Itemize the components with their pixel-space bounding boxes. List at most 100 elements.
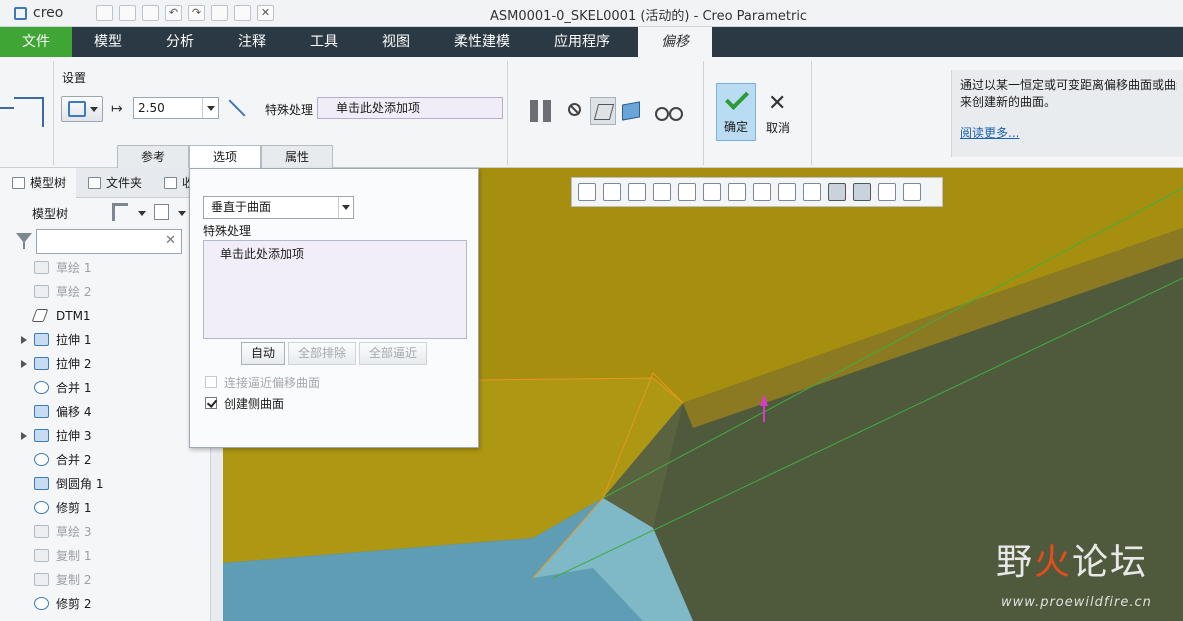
windows-icon[interactable] [234, 5, 251, 21]
tab-analysis[interactable]: 分析 [144, 27, 216, 57]
expand-arrow-icon[interactable] [21, 336, 27, 344]
saved-orientations-icon[interactable] [703, 183, 721, 201]
tree-item[interactable]: 草绘 3 [0, 520, 210, 544]
watermark-fire: 火 [1034, 542, 1073, 583]
ribbon-tabs: 文件 模型 分析 注释 工具 视图 柔性建模 应用程序 偏移 [0, 27, 1183, 57]
tree-item[interactable]: 偏移 4 [0, 400, 210, 424]
verify-icon[interactable] [622, 101, 640, 121]
offset-type-dropdown[interactable] [61, 96, 103, 122]
close-icon: ✕ [768, 91, 787, 116]
pause-icon[interactable] [530, 100, 552, 122]
flip-direction-icon[interactable] [224, 97, 246, 119]
tree-item[interactable]: 复制 2 [0, 568, 210, 592]
tab-model-tree[interactable]: 模型树 [0, 168, 77, 198]
read-more-link[interactable]: 阅读更多... [960, 125, 1177, 142]
datum-display-icon[interactable] [803, 183, 821, 201]
zoom-in-icon[interactable] [603, 183, 621, 201]
offset-distance-input[interactable]: 2.50 [133, 97, 219, 119]
chevron-down-icon[interactable] [138, 211, 146, 216]
offset-type-icon [68, 101, 86, 117]
tree-item[interactable]: 修剪 2 [0, 592, 210, 616]
tree-item[interactable]: 草绘 1 [0, 256, 210, 280]
open-icon[interactable] [119, 5, 136, 21]
redo-icon[interactable]: ↷ [188, 5, 205, 21]
direction-arrow-icon[interactable] [760, 394, 768, 422]
tab-model[interactable]: 模型 [72, 27, 144, 57]
undo-icon[interactable]: ↶ [165, 5, 182, 21]
ok-button[interactable]: 确定 [716, 83, 756, 141]
special-handling-collector[interactable]: 单击此处添加项 [317, 97, 503, 119]
spin-center-icon[interactable] [828, 183, 846, 201]
create-side-surface-checkbox[interactable] [205, 397, 217, 409]
ribbon-separator [53, 61, 54, 165]
chevron-down-icon[interactable] [338, 197, 353, 218]
save-icon[interactable] [142, 5, 159, 21]
tree-columns-icon[interactable] [154, 204, 169, 220]
tab-folder-browser[interactable]: 文件夹 [76, 168, 152, 198]
tree-item-label: 草绘 3 [56, 525, 92, 539]
zoom-out-icon[interactable] [628, 183, 646, 201]
new-icon[interactable] [96, 5, 113, 21]
section-icon[interactable] [778, 183, 796, 201]
watermark-char: 野 [996, 542, 1035, 583]
tab-offset[interactable]: 偏移 [638, 27, 712, 57]
tab-tools[interactable]: 工具 [288, 27, 360, 57]
special-handling-label: 特殊处理 [265, 103, 314, 117]
cancel-button[interactable]: ✕ 取消 [760, 83, 796, 141]
tab-flexible-modeling[interactable]: 柔性建模 [432, 27, 532, 57]
refit-icon[interactable] [578, 183, 596, 201]
tree-item-label: DTM1 [56, 309, 91, 323]
connect-approx-label: 连接逼近偏移曲面 [224, 376, 321, 390]
offset-method-value: 垂直于曲面 [211, 200, 272, 214]
subtab-properties[interactable]: 属性 [261, 145, 333, 168]
connect-approx-checkbox[interactable] [205, 376, 217, 388]
tree-item[interactable]: 修剪 1 [0, 496, 210, 520]
tree-search-input[interactable]: ✕ [36, 229, 182, 254]
offset-icon [34, 405, 49, 418]
tree-settings-icon[interactable] [112, 203, 128, 221]
expand-arrow-icon[interactable] [21, 360, 27, 368]
exclude-all-button[interactable]: 全部排除 [288, 342, 356, 365]
tree-item[interactable]: 合并 2 [0, 448, 210, 472]
offset-method-select[interactable]: 垂直于曲面 [203, 196, 354, 219]
tree-item[interactable]: 拉伸 3 [0, 424, 210, 448]
tree-item[interactable]: 拉伸 1 [0, 328, 210, 352]
repaint-icon[interactable] [653, 183, 671, 201]
options-panel: 垂直于曲面 特殊处理 单击此处添加项 自动 全部排除 全部逼近 连接逼近偏移曲面… [189, 168, 479, 448]
chevron-down-icon[interactable] [202, 98, 218, 118]
perspective-icon[interactable] [753, 183, 771, 201]
special-handling-list[interactable]: 单击此处添加项 [203, 240, 467, 339]
tree-item[interactable]: 草绘 2 [0, 280, 210, 304]
tab-applications[interactable]: 应用程序 [532, 27, 632, 57]
axis-display-icon[interactable] [878, 183, 896, 201]
tree-item[interactable]: 合并 1 [0, 376, 210, 400]
clear-icon[interactable]: ✕ [165, 233, 176, 248]
glasses-icon[interactable] [655, 105, 683, 121]
tree-item[interactable]: DTM1 [0, 304, 210, 328]
regenerate-icon[interactable] [211, 5, 228, 21]
tab-view[interactable]: 视图 [360, 27, 432, 57]
tree-item[interactable]: 倒圆角 1 [0, 472, 210, 496]
approximate-all-button[interactable]: 全部逼近 [359, 342, 427, 365]
tree-item[interactable]: 复制 1 [0, 544, 210, 568]
preview-icon[interactable] [590, 97, 616, 125]
tree-item[interactable]: 拉伸 2 [0, 352, 210, 376]
display-style-icon[interactable] [678, 183, 696, 201]
no-preview-icon[interactable] [568, 103, 581, 116]
ribbon-panel: 设置 ↦ 2.50 特殊处理 单击此处添加项 参考 选项 属性 确定 ✕ 取消 … [0, 57, 1183, 169]
chevron-down-icon[interactable] [178, 211, 186, 216]
point-display-icon[interactable] [903, 183, 921, 201]
close-window-icon[interactable]: ✕ [257, 5, 274, 21]
tab-model-tree-label: 模型树 [30, 176, 67, 190]
annotation-display-icon[interactable] [853, 183, 871, 201]
tab-annotate[interactable]: 注释 [216, 27, 288, 57]
subtab-references[interactable]: 参考 [117, 145, 189, 168]
expand-arrow-icon[interactable] [21, 432, 27, 440]
auto-button[interactable]: 自动 [241, 342, 285, 365]
view-manager-icon[interactable] [728, 183, 746, 201]
tab-file[interactable]: 文件 [0, 27, 72, 57]
help-text-line1: 通过以某一恒定或可变距离偏移曲面或曲线 [960, 78, 1177, 92]
filter-icon[interactable] [16, 233, 32, 249]
subtab-options[interactable]: 选项 [189, 145, 261, 169]
tree-item-label: 修剪 1 [56, 501, 92, 515]
